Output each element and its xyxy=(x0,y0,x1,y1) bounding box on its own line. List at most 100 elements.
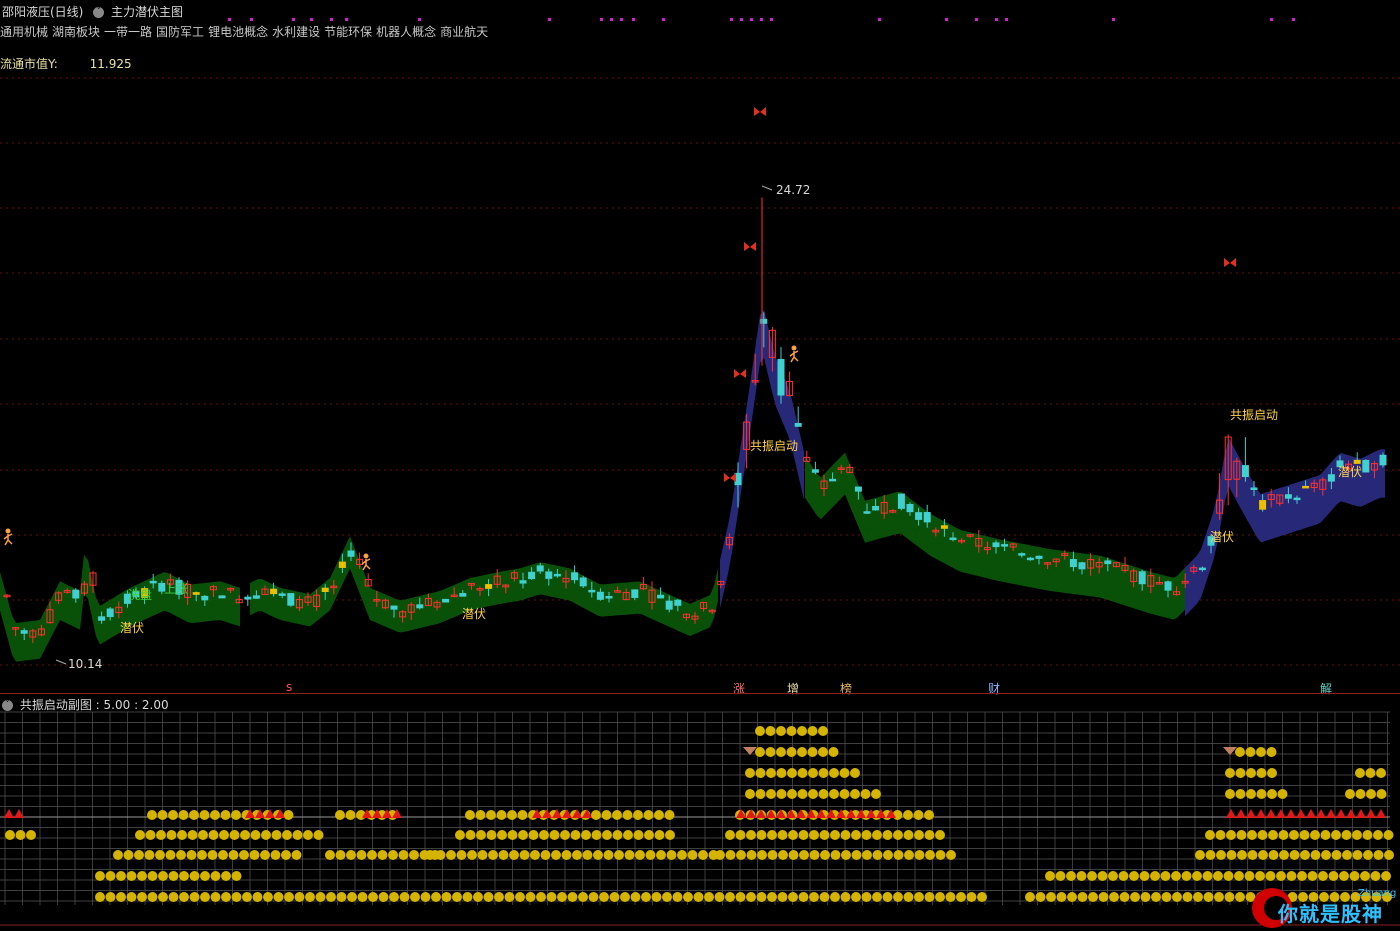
signal-dot xyxy=(207,850,218,860)
signal-dot xyxy=(377,850,388,860)
signal-triangle xyxy=(1236,809,1246,818)
signal-dot xyxy=(851,892,861,902)
signal-dot xyxy=(357,892,368,902)
signal-dot xyxy=(126,871,137,881)
signal-dot xyxy=(282,830,292,840)
signal-dot xyxy=(808,789,818,799)
signal-dot xyxy=(893,892,903,902)
signal-dot xyxy=(787,789,797,799)
signal-dot xyxy=(1213,871,1223,881)
signal-dot xyxy=(829,768,839,778)
signal-dot xyxy=(26,830,36,840)
signal-dot xyxy=(156,830,166,840)
sub-indicator-chart[interactable] xyxy=(0,0,1400,931)
signal-dot xyxy=(165,850,176,860)
signal-triangle xyxy=(1346,809,1356,818)
signal-dot xyxy=(179,892,189,902)
signal-dot xyxy=(1087,871,1097,881)
signal-dot xyxy=(518,830,528,840)
signal-dot xyxy=(239,850,249,860)
signal-dot xyxy=(271,830,282,840)
signal-dot xyxy=(698,850,708,860)
signal-dot xyxy=(578,892,588,902)
signal-dot xyxy=(830,830,840,840)
signal-dot xyxy=(220,810,231,820)
signal-dot xyxy=(1299,830,1310,840)
signal-dot xyxy=(872,830,882,840)
signal-dot xyxy=(1171,871,1181,881)
signal-dot xyxy=(409,850,419,860)
signal-dot xyxy=(5,830,15,840)
signal-dot xyxy=(168,810,178,820)
signal-dot xyxy=(819,892,830,902)
signal-dot xyxy=(507,830,518,840)
signal-dot xyxy=(735,892,746,902)
signal-dot xyxy=(788,892,798,902)
signal-triangle xyxy=(1226,809,1236,818)
signal-dot xyxy=(851,850,862,860)
signal-dot xyxy=(231,892,242,902)
signal-dot xyxy=(425,850,435,860)
signal-dot xyxy=(210,871,221,881)
signal-dot xyxy=(651,892,662,902)
signal-dot xyxy=(431,892,441,902)
signal-dot xyxy=(113,850,123,860)
signal-dot xyxy=(819,830,830,840)
signal-dot xyxy=(1268,850,1279,860)
signal-dot xyxy=(263,892,273,902)
signal-dot xyxy=(455,830,465,840)
signal-dot xyxy=(1182,892,1193,902)
signal-dot xyxy=(798,830,809,840)
signal-dot xyxy=(284,892,294,902)
signal-triangle xyxy=(1256,809,1266,818)
signal-dot xyxy=(1339,871,1349,881)
signal-dot xyxy=(1237,850,1247,860)
signal-dot xyxy=(757,850,767,860)
signal-dot xyxy=(336,892,347,902)
signal-dot xyxy=(483,892,494,902)
signal-dot xyxy=(177,830,187,840)
signal-dot xyxy=(797,789,808,799)
signal-triangle xyxy=(1366,809,1376,818)
signal-dot xyxy=(189,871,200,881)
signal-dot xyxy=(1265,871,1276,881)
signal-dot xyxy=(1376,768,1386,778)
signal-dot xyxy=(144,850,155,860)
signal-dot xyxy=(777,830,788,840)
signal-dot xyxy=(672,892,683,902)
signal-dot xyxy=(105,871,116,881)
signal-dot xyxy=(755,747,765,757)
signal-dot xyxy=(200,892,210,902)
signal-dot xyxy=(551,850,561,860)
signal-dot xyxy=(746,850,757,860)
signal-triangle xyxy=(1336,809,1346,818)
signal-dot xyxy=(249,850,260,860)
signal-dot xyxy=(116,871,126,881)
signal-dot xyxy=(189,892,200,902)
signal-dot xyxy=(1215,830,1226,840)
signal-dot xyxy=(486,830,497,840)
signal-dot xyxy=(335,810,345,820)
signal-dot xyxy=(456,850,467,860)
signal-dot xyxy=(603,850,614,860)
signal-dot xyxy=(1247,830,1257,840)
signal-dot xyxy=(517,810,528,820)
signal-dot xyxy=(820,850,830,860)
signal-dot xyxy=(137,871,147,881)
signal-dot xyxy=(633,810,643,820)
signal-dot xyxy=(1193,892,1203,902)
signal-dot xyxy=(786,747,797,757)
signal-dot xyxy=(435,850,446,860)
signal-dot xyxy=(179,871,189,881)
signal-dot xyxy=(1258,850,1268,860)
signal-dot xyxy=(1245,747,1256,757)
signal-dot xyxy=(560,830,570,840)
signal-dot xyxy=(229,830,240,840)
signal-dot xyxy=(186,850,197,860)
signal-dot xyxy=(1360,871,1370,881)
signal-dot xyxy=(281,850,291,860)
signal-dot xyxy=(252,892,263,902)
signal-dot xyxy=(893,830,903,840)
signal-dot xyxy=(292,830,303,840)
signal-dot xyxy=(1056,892,1067,902)
